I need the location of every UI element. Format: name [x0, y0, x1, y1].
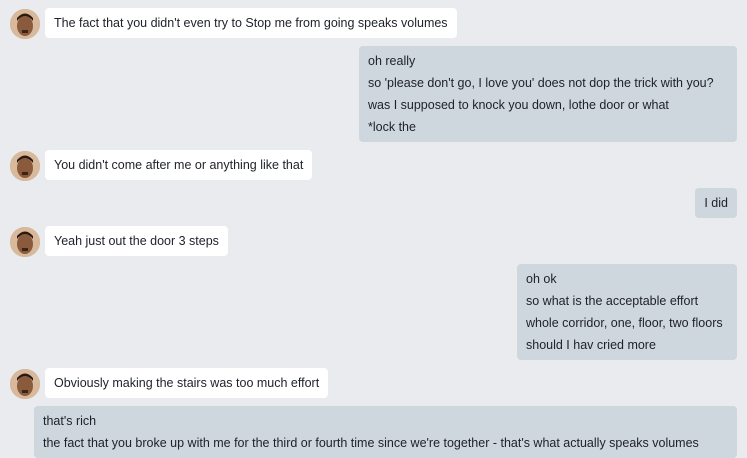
message-text: Yeah just out the door 3 steps — [54, 234, 219, 248]
message-text: was I supposed to knock you down, lothe … — [368, 98, 669, 112]
message-text: oh ok — [526, 272, 557, 286]
avatar[interactable] — [10, 227, 40, 257]
message-bubble-incoming[interactable]: You didn't come after me or anything lik… — [45, 150, 313, 180]
message-text: *lock the — [368, 120, 416, 134]
message-text: that's rich — [43, 414, 97, 428]
message-text: so what is the acceptable effort — [526, 294, 699, 308]
message-text: The fact that you didn't even try to Sto… — [54, 16, 448, 30]
message-bubble-outgoing[interactable]: oh really so 'please don't go, I love yo… — [359, 46, 737, 142]
avatar[interactable] — [10, 9, 40, 39]
message-bubble-outgoing[interactable]: that's rich the fact that you broke up w… — [34, 406, 737, 458]
avatar[interactable] — [10, 151, 40, 181]
message-text: should I hav cried more — [526, 338, 656, 352]
message-text: so 'please don't go, I love you' does no… — [368, 76, 714, 90]
message-text: the fact that you broke up with me for t… — [43, 436, 699, 450]
message-text: oh really — [368, 54, 416, 68]
message-text: whole corridor, one, floor, two floors — [526, 316, 723, 330]
message-bubble-outgoing[interactable]: I did — [695, 188, 737, 218]
message-bubble-incoming[interactable]: Yeah just out the door 3 steps — [45, 226, 228, 256]
message-bubble-incoming[interactable]: Obviously making the stairs was too much… — [45, 368, 329, 398]
message-bubble-incoming[interactable]: The fact that you didn't even try to Sto… — [45, 8, 457, 38]
message-bubble-outgoing[interactable]: oh ok so what is the acceptable effort w… — [517, 264, 737, 360]
message-text: Obviously making the stairs was too much… — [54, 376, 320, 390]
avatar[interactable] — [10, 369, 40, 399]
message-text: You didn't come after me or anything lik… — [54, 158, 304, 172]
chat-thread: The fact that you didn't even try to Sto… — [0, 0, 747, 458]
message-text: I did — [704, 196, 728, 210]
